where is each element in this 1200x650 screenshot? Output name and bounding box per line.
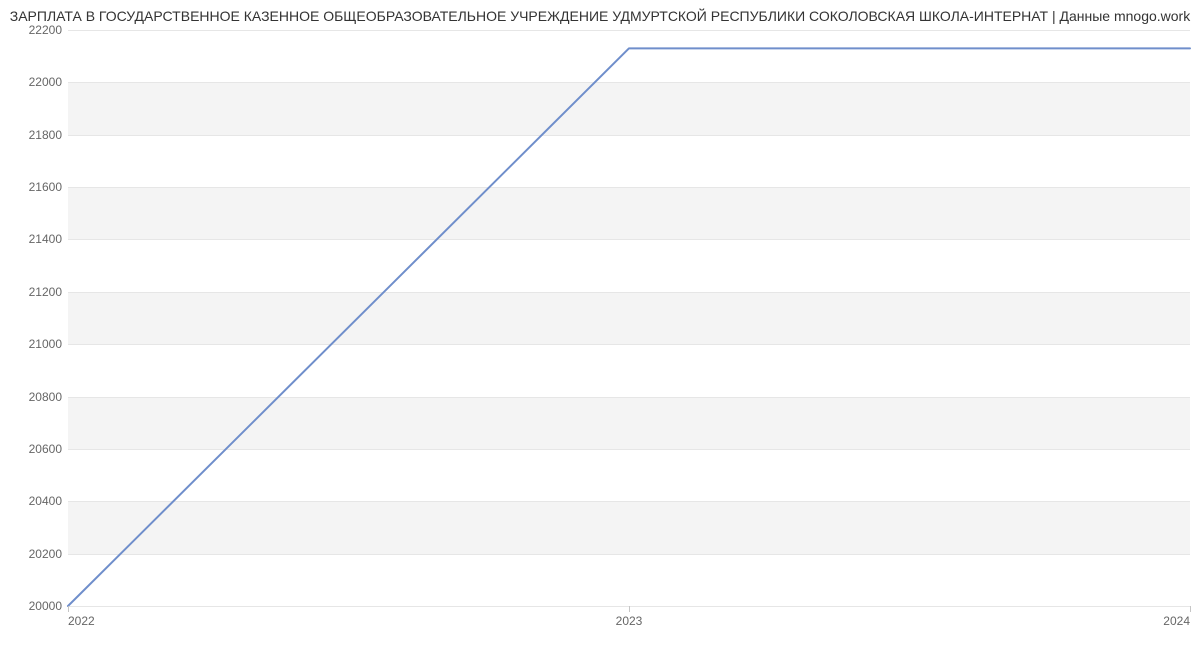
x-tick-label: 2023: [616, 614, 643, 628]
chart-title: ЗАРПЛАТА В ГОСУДАРСТВЕННОЕ КАЗЕННОЕ ОБЩЕ…: [0, 8, 1200, 24]
y-tick-label: 20200: [6, 547, 62, 561]
plot-area: [68, 30, 1190, 607]
y-tick-label: 20400: [6, 494, 62, 508]
salary-line-chart: ЗАРПЛАТА В ГОСУДАРСТВЕННОЕ КАЗЕННОЕ ОБЩЕ…: [0, 0, 1200, 650]
y-tick-label: 20800: [6, 390, 62, 404]
y-tick-label: 21800: [6, 128, 62, 142]
y-tick-label: 22200: [6, 23, 62, 37]
y-tick-label: 22000: [6, 75, 62, 89]
x-tick: [68, 606, 69, 612]
y-tick-label: 20600: [6, 442, 62, 456]
x-tick: [629, 606, 630, 612]
y-tick-label: 21600: [6, 180, 62, 194]
x-tick: [1190, 606, 1191, 612]
data-line: [68, 30, 1190, 606]
y-tick-label: 20000: [6, 599, 62, 613]
x-tick-label: 2024: [1163, 614, 1190, 628]
y-tick-label: 21000: [6, 337, 62, 351]
y-tick-label: 21200: [6, 285, 62, 299]
x-tick-label: 2022: [68, 614, 95, 628]
y-tick-label: 21400: [6, 232, 62, 246]
